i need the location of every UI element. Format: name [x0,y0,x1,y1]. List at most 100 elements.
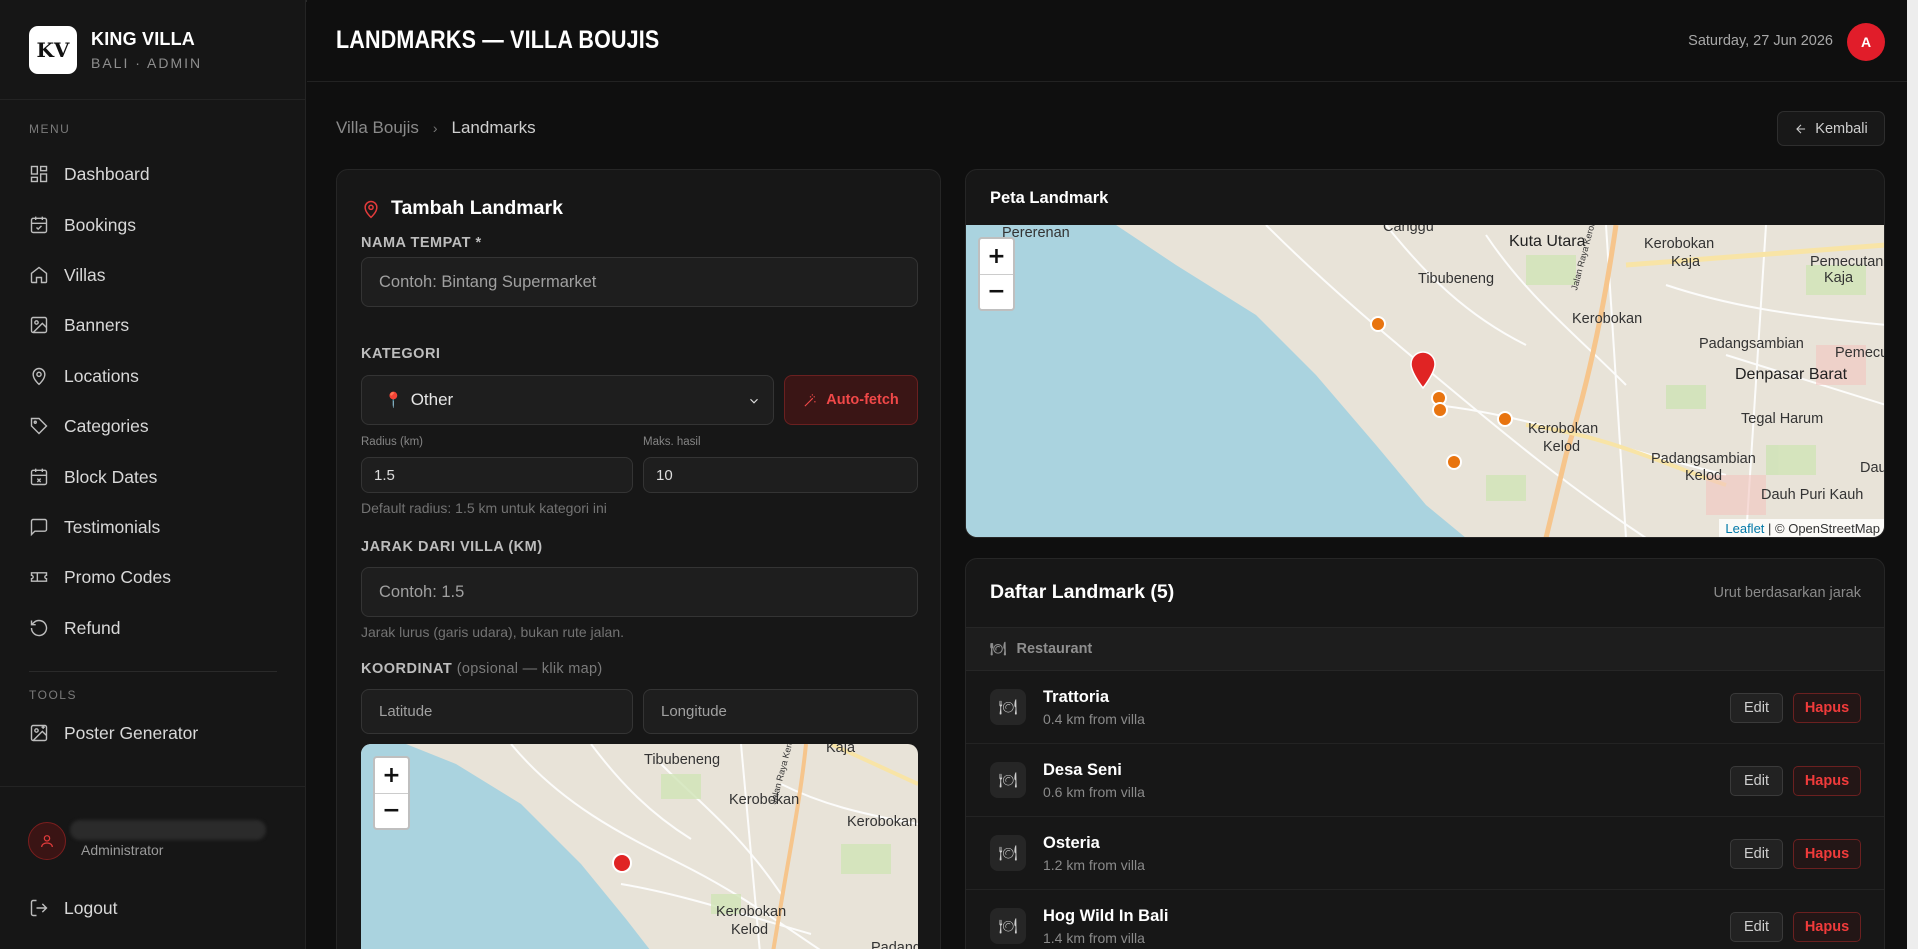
tag-icon [30,417,48,435]
map-place-label: Kelod [731,922,769,938]
category-group-label: Restaurant [1016,641,1093,657]
zoom-in-button[interactable]: + [375,758,408,794]
map-pin-icon [32,367,46,386]
breadcrumb-parent[interactable]: Villa Boujis [336,118,419,138]
message-icon [30,518,48,537]
map-place-label: Kelod [1685,468,1723,484]
auto-fetch-label: Auto-fetch [826,392,899,408]
max-results-input[interactable]: 10 [643,457,918,493]
menu-section-label: MENU [29,122,71,136]
map-place-label: Padangsambian [1699,336,1804,352]
header-date: Saturday, 27 Jun 2026 [1688,33,1833,49]
delete-button[interactable]: Hapus [1793,693,1861,723]
zoom-out-button[interactable]: − [980,275,1013,310]
radius-field-label: Radius (km) [361,436,423,448]
longitude-input[interactable]: Longitude [643,689,918,734]
restaurant-icon: 🍽 [990,835,1026,871]
brand-name: KING VILLA [91,28,195,49]
list-item: 🍽 Trattoria 0.4 km from villa Edit Hapus [966,671,1884,744]
map-place-label: Kerobokan [716,904,787,920]
sidebar-item-label: Testimonials [64,516,161,537]
landmark-marker[interactable] [1497,411,1513,427]
category-field-label: KATEGORI [361,346,441,362]
sidebar-item-block-dates[interactable]: Block Dates [29,463,279,491]
restaurant-icon: 🍽 [990,762,1026,798]
list-item: 🍽 Hog Wild In Bali 1.4 km from villa Edi… [966,890,1884,949]
map-zoom-control: + − [978,237,1015,311]
tools-section-label: TOOLS [29,688,77,702]
landmark-distance: 1.4 km from villa [1043,930,1145,946]
zoom-out-button[interactable]: − [375,794,408,829]
landmark-distance: 0.4 km from villa [1043,711,1145,727]
page-title: LANDMARKS — VILLA BOUJIS [336,26,660,54]
delete-button[interactable]: Hapus [1793,766,1861,796]
sidebar-item-promo-codes[interactable]: Promo Codes [29,563,279,591]
landmark-map[interactable]: Pererenan Canggu Kuta Utara Kerobokan Ka… [966,225,1884,537]
auto-fetch-button[interactable]: Auto-fetch [784,375,918,425]
map-place-label: Dauh Puri Kauh [1761,487,1864,503]
sidebar-item-poster-generator[interactable]: Poster Generator [29,719,279,747]
villa-location-pin-icon[interactable] [1409,351,1437,389]
user-profile[interactable]: Administrator [28,820,266,860]
latitude-input[interactable]: Latitude [361,689,633,734]
edit-button[interactable]: Edit [1730,839,1783,869]
coordinate-picker-map[interactable]: Kaja Tibubeneng Kerobokan Jalan Raya Ker… [361,744,918,949]
landmark-distance: 1.2 km from villa [1043,857,1145,873]
selected-location-marker[interactable] [612,853,632,873]
category-select-value: Other [410,390,454,409]
logout-button[interactable]: Logout [29,894,279,922]
landmark-name: Desa Seni [1043,761,1122,779]
delete-button[interactable]: Hapus [1793,839,1861,869]
map-place-label: Tegal Harum [1741,411,1824,427]
map-place-label: Tibubeneng [644,752,721,768]
map-place-label: Denpasar Barat [1735,366,1848,383]
sidebar-divider [0,786,306,787]
landmark-marker[interactable] [1432,402,1448,418]
zoom-in-button[interactable]: + [980,239,1013,275]
landmark-marker[interactable] [1370,316,1386,332]
radius-input[interactable]: 1.5 [361,457,633,493]
logout-icon [30,899,48,917]
coordinates-optional-hint: (opsional — klik map) [456,661,603,677]
map-place-label: Kaja [1824,270,1854,286]
sidebar-item-locations[interactable]: Locations [29,362,279,390]
sidebar-item-refund[interactable]: Refund [29,614,279,642]
sidebar-item-categories[interactable]: Categories [29,412,279,440]
sidebar-item-label: Locations [64,365,139,386]
image-plus-icon [30,724,48,742]
map-place-label: Kaja [826,744,856,756]
category-select[interactable]: 📍 Other [361,375,774,425]
distance-input[interactable]: Contoh: 1.5 [361,567,918,617]
sidebar-item-label: Dashboard [64,163,150,184]
map-attribution: Leaflet | © OpenStreetMap [1719,519,1884,537]
map-place-label: Padangs [871,940,918,949]
name-field-label: NAMA TEMPAT * [361,235,482,251]
calendar-check-icon [30,216,48,234]
sidebar-item-bookings[interactable]: Bookings [29,211,279,239]
page-scrollbar[interactable] [1907,0,1918,949]
landmark-map-card: Peta Landmark Pererenan Canggu Kuta Utar… [965,169,1885,538]
delete-button[interactable]: Hapus [1793,912,1861,942]
edit-button[interactable]: Edit [1730,693,1783,723]
chevron-down-icon [750,398,758,404]
map-place-label: Pemecutan [1810,254,1884,270]
sidebar-divider [29,671,277,672]
sort-label: Urut berdasarkan jarak [1713,585,1862,601]
dashboard-icon [30,165,48,183]
landmark-marker[interactable] [1446,454,1462,470]
back-button[interactable]: Kembali [1777,111,1885,146]
leaflet-link[interactable]: Leaflet [1725,521,1764,536]
sidebar-item-label: Villas [64,264,106,285]
edit-button[interactable]: Edit [1730,912,1783,942]
edit-button[interactable]: Edit [1730,766,1783,796]
account-avatar[interactable]: A [1847,23,1885,61]
calendar-x-icon [30,468,48,486]
brand[interactable]: KV KING VILLA BALI · ADMIN [0,0,305,100]
sidebar-item-villas[interactable]: Villas [29,261,279,289]
landmark-name-input[interactable]: Contoh: Bintang Supermarket [361,257,918,307]
sidebar-item-banners[interactable]: Banners [29,311,279,339]
map-tiles [361,744,918,949]
map-place-label: Kelod [1543,439,1581,455]
sidebar-item-dashboard[interactable]: Dashboard [29,160,279,188]
sidebar-item-testimonials[interactable]: Testimonials [29,513,279,541]
